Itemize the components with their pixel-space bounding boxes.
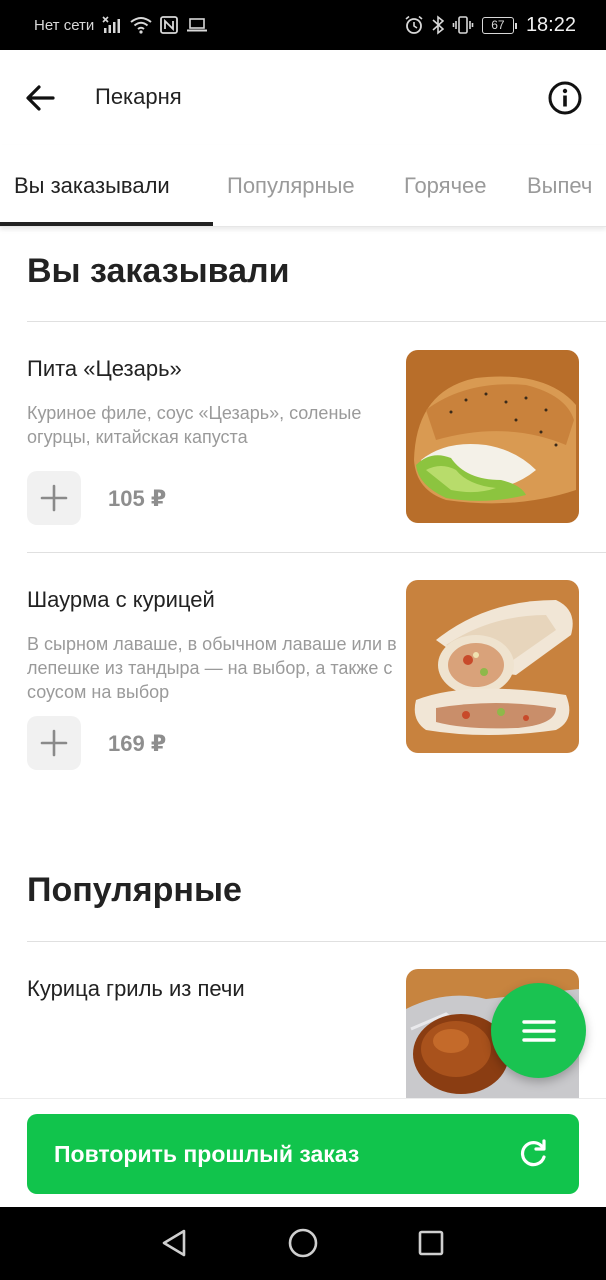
item-description: Куриное филе, соус «Цезарь», соленые огу… bbox=[27, 403, 362, 447]
alarm-icon bbox=[404, 0, 424, 50]
add-to-cart-button[interactable] bbox=[27, 471, 81, 525]
battery-level: 67 bbox=[491, 18, 505, 32]
item-name[interactable]: Шаурма с курицей bbox=[27, 587, 215, 613]
divider bbox=[27, 552, 606, 553]
page-title: Пекарня bbox=[95, 84, 182, 109]
clock: 18:22 bbox=[525, 13, 576, 36]
app-header: Пекарня bbox=[0, 50, 606, 145]
item-name[interactable]: Пита «Цезарь» bbox=[27, 356, 182, 382]
chicken-shawarma-photo[interactable] bbox=[406, 580, 579, 753]
pita-caesar-photo[interactable] bbox=[406, 350, 579, 523]
bottom-bar: Повторить прошлый заказ bbox=[0, 1098, 606, 1207]
carrier-text: Нет сети bbox=[34, 16, 95, 34]
nav-home-button[interactable] bbox=[285, 1225, 321, 1261]
section-title-popular: Популярные bbox=[27, 871, 242, 909]
signal-off-icon bbox=[102, 0, 122, 50]
arrow-left-icon bbox=[26, 85, 55, 111]
repeat-order-button[interactable]: Повторить прошлый заказ bbox=[27, 1114, 579, 1194]
tab-bakery[interactable]: Выпеч bbox=[527, 173, 592, 199]
battery-icon: 67 bbox=[481, 16, 517, 34]
system-nav-bar bbox=[0, 1207, 606, 1280]
triangle-back-icon bbox=[162, 1229, 186, 1257]
circle-home-icon bbox=[288, 1228, 318, 1258]
wifi-icon bbox=[130, 0, 152, 50]
plus-icon bbox=[40, 729, 68, 757]
laptop-icon bbox=[186, 0, 208, 50]
info-circle-icon bbox=[548, 81, 582, 115]
square-recents-icon bbox=[418, 1230, 444, 1256]
nav-back-button[interactable] bbox=[156, 1225, 192, 1261]
item-price: 169 ₽ bbox=[108, 731, 167, 756]
vibrate-icon bbox=[452, 0, 474, 50]
status-bar: Нет сети 67 18:22 bbox=[0, 0, 606, 50]
add-to-cart-button[interactable] bbox=[27, 716, 81, 770]
info-button[interactable] bbox=[545, 78, 585, 118]
category-tabs: Вы заказывали Популярные Горячее Выпеч bbox=[0, 145, 606, 227]
divider bbox=[27, 321, 606, 322]
item-name[interactable]: Курица гриль из печи bbox=[27, 976, 245, 1002]
bluetooth-icon bbox=[432, 0, 444, 50]
nfc-icon bbox=[160, 0, 179, 50]
nav-recents-button[interactable] bbox=[413, 1225, 449, 1261]
tab-hot[interactable]: Горячее bbox=[404, 173, 487, 199]
repeat-order-label: Повторить прошлый заказ bbox=[54, 1141, 360, 1167]
tab-ordered[interactable]: Вы заказывали bbox=[14, 173, 170, 199]
section-title-ordered: Вы заказывали bbox=[27, 252, 290, 290]
status-bar-left: Нет сети bbox=[34, 0, 208, 50]
divider bbox=[27, 941, 606, 942]
item-description: В сырном лаваше, в обычном лаваше или в … bbox=[27, 634, 397, 702]
back-button[interactable] bbox=[20, 78, 60, 118]
tab-indicator bbox=[0, 222, 213, 226]
menu-fab[interactable] bbox=[491, 983, 586, 1078]
refresh-icon bbox=[521, 1139, 546, 1167]
plus-icon bbox=[40, 484, 68, 512]
tab-popular[interactable]: Популярные bbox=[227, 173, 355, 199]
status-bar-right: 67 18:22 bbox=[404, 0, 576, 50]
item-price: 105 ₽ bbox=[108, 486, 167, 511]
menu-lines-icon bbox=[521, 1019, 556, 1042]
